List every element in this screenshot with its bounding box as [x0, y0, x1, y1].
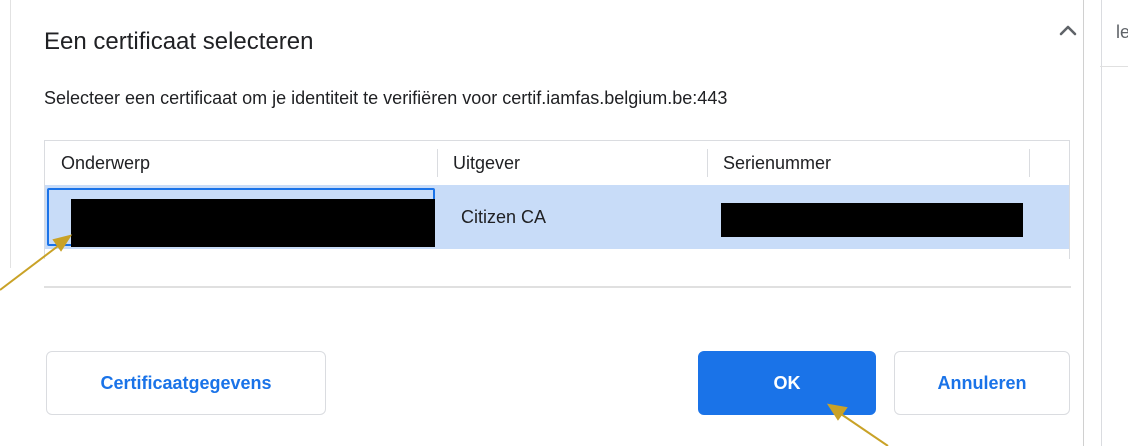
dialog-subtitle: Selecteer een certificaat om je identite…: [44, 88, 728, 108]
column-header-uitgever[interactable]: Uitgever: [437, 141, 707, 185]
column-header-onderwerp[interactable]: Onderwerp: [45, 141, 437, 185]
dialog-divider: [44, 286, 1071, 288]
redacted-subject: [71, 199, 435, 247]
dialog-title: Een certificaat selecteren: [44, 28, 314, 55]
dialog-left-edge: [10, 0, 11, 268]
ok-button[interactable]: OK: [698, 351, 876, 415]
cancel-button[interactable]: Annuleren: [894, 351, 1070, 415]
certificate-dialog: Een certificaat selecteren Selecteer een…: [0, 0, 1084, 446]
table-row-selected[interactable]: Citizen CA: [45, 185, 1069, 249]
certificate-details-button[interactable]: Certificaatgegevens: [46, 351, 326, 415]
column-header-serienummer[interactable]: Serienummer: [707, 141, 1029, 185]
issuer-cell: Citizen CA: [461, 207, 547, 227]
close-icon[interactable]: [1056, 18, 1080, 42]
table-header: Onderwerp Uitgever Serienummer: [45, 141, 1069, 185]
redacted-serial: [721, 203, 1023, 237]
certificate-table: Onderwerp Uitgever Serienummer Citizen C…: [44, 140, 1070, 259]
column-separator: [1029, 149, 1030, 177]
background-partial-text: ler: [1116, 22, 1128, 42]
background-rule: [1100, 66, 1128, 67]
